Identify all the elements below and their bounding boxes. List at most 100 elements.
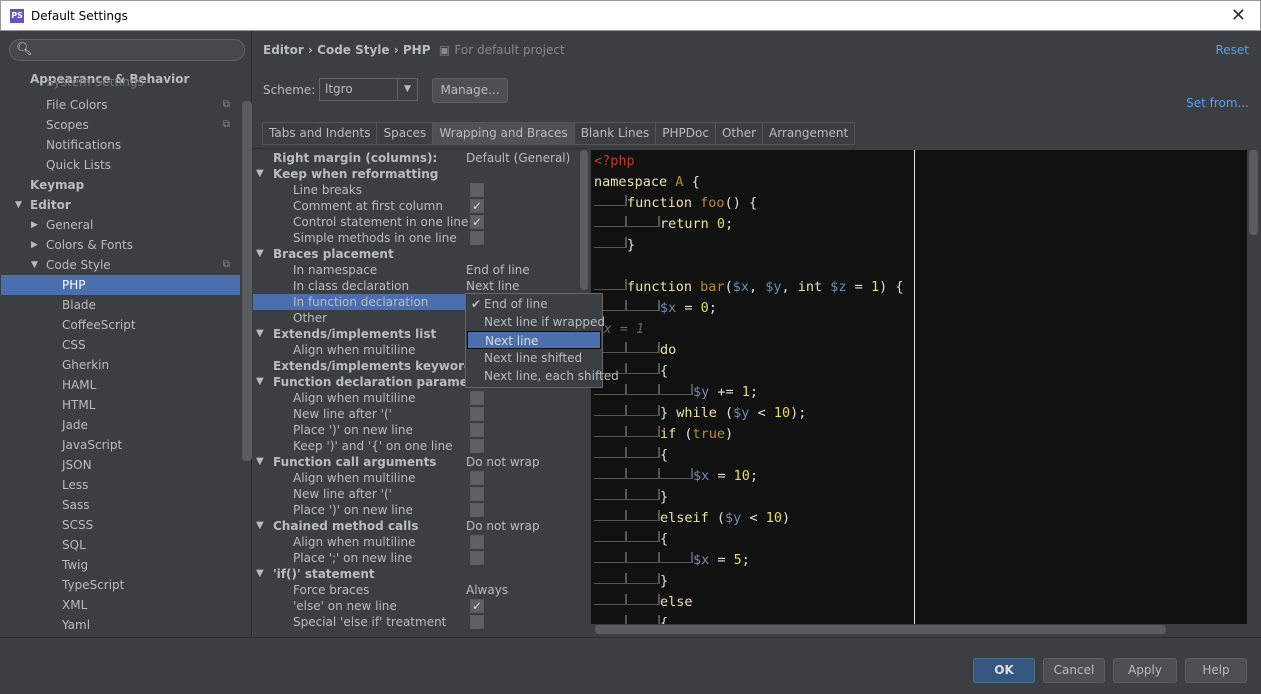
tab-blank-lines[interactable]: Blank Lines [573, 122, 656, 145]
sidebar-item[interactable]: HTML [1, 395, 240, 415]
settings-row[interactable]: Comment at first column ✓ [253, 198, 583, 214]
sidebar-item[interactable]: JSON [1, 455, 240, 475]
sidebar-item[interactable]: Blade [1, 295, 240, 315]
collapse-arrow-icon[interactable]: ▼ [256, 454, 264, 470]
checkbox[interactable] [470, 503, 484, 517]
preview-vertical-scrollbar[interactable] [1249, 150, 1258, 235]
collapsed-arrow-icon[interactable]: ▶ [31, 215, 38, 235]
sidebar-item[interactable]: JavaScript [1, 435, 240, 455]
set-from-link[interactable]: Set from... [1186, 96, 1249, 110]
setting-value[interactable]: End of line [466, 262, 530, 278]
ok-button[interactable]: OK [973, 658, 1035, 683]
settings-row[interactable]: In class declaration Next line [253, 278, 583, 294]
collapse-arrow-icon[interactable]: ▼ [256, 246, 264, 262]
settings-row[interactable]: Simple methods in one line [253, 230, 583, 246]
sidebar-item[interactable]: TypeScript [1, 575, 240, 595]
dropdown-option[interactable]: ✔ End of line [467, 295, 601, 313]
collapse-arrow-icon[interactable]: ▼ [256, 374, 264, 390]
settings-row[interactable]: New line after '(' [253, 486, 583, 502]
collapse-arrow-icon[interactable]: ▼ [256, 166, 264, 182]
sidebar-item[interactable]: CSS [1, 335, 240, 355]
checkbox[interactable] [470, 231, 484, 245]
checkbox[interactable] [470, 551, 484, 565]
settings-row[interactable]: In namespace End of line [253, 262, 583, 278]
settings-row[interactable]: Place ')' on new line [253, 422, 583, 438]
sidebar-item[interactable]: Editor ▼ [1, 195, 240, 215]
expanded-arrow-icon[interactable]: ▼ [15, 195, 22, 215]
settings-row[interactable]: Place ';' on new line [253, 550, 583, 566]
sidebar-item[interactable]: Gherkin [1, 355, 240, 375]
sidebar-item[interactable]: PHP [1, 275, 240, 295]
settings-group[interactable]: Right margin (columns): Default (General) [253, 150, 583, 166]
scheme-select[interactable]: ltgro ▼ [319, 78, 418, 101]
collapse-arrow-icon[interactable]: ▼ [256, 566, 264, 582]
settings-row[interactable]: Align when multiline [253, 470, 583, 486]
settings-row[interactable]: Keep ')' and '{' on one line [253, 438, 583, 454]
checkbox[interactable] [470, 471, 484, 485]
settings-scrollbar[interactable] [580, 150, 588, 290]
settings-group[interactable]: ▼ Keep when reformatting [253, 166, 583, 182]
settings-row[interactable]: 'else' on new line ✓ [253, 598, 583, 614]
sidebar-item[interactable]: Jade [1, 415, 240, 435]
tab-phpdoc[interactable]: PHPDoc [655, 122, 715, 145]
checkbox[interactable]: ✓ [470, 215, 484, 229]
checkbox[interactable] [470, 439, 484, 453]
settings-group[interactable]: ▼ Function call arguments Do not wrap [253, 454, 583, 470]
settings-row[interactable]: Align when multiline [253, 534, 583, 550]
sidebar-item[interactable]: SCSS [1, 515, 240, 535]
checkbox[interactable]: ✓ [470, 199, 484, 213]
dropdown-option[interactable]: Next line [467, 331, 601, 349]
sidebar-item[interactable]: XML [1, 595, 240, 615]
cancel-button[interactable]: Cancel [1043, 658, 1105, 683]
checkbox[interactable] [470, 407, 484, 421]
sidebar-item[interactable]: Yaml [1, 615, 240, 635]
sidebar-item[interactable]: Less [1, 475, 240, 495]
preview-horizontal-scrollbar[interactable] [595, 625, 1166, 634]
checkbox[interactable] [470, 487, 484, 501]
sidebar-scrollbar[interactable] [242, 101, 252, 461]
setting-value[interactable]: Do not wrap [466, 454, 540, 470]
settings-row[interactable]: Place ')' on new line [253, 502, 583, 518]
sidebar-item[interactable]: Scopes ⧉ [1, 115, 240, 135]
setting-value[interactable]: Do not wrap [466, 518, 540, 534]
sidebar-item[interactable]: Sass [1, 495, 240, 515]
settings-group[interactable]: ▼ 'if()' statement [253, 566, 583, 582]
help-button[interactable]: Help [1185, 658, 1247, 683]
sidebar-item[interactable]: System Settings [1, 79, 240, 89]
checkbox[interactable] [470, 615, 484, 629]
dropdown-option[interactable]: Next line shifted [467, 349, 601, 367]
setting-value[interactable]: Always [466, 582, 508, 598]
sidebar-item[interactable]: HAML [1, 375, 240, 395]
tab-tabs-and-indents[interactable]: Tabs and Indents [262, 122, 377, 145]
checkbox[interactable]: ✓ [470, 599, 484, 613]
reset-link[interactable]: Reset [1215, 43, 1249, 57]
sidebar-item[interactable]: SQL [1, 535, 240, 555]
tab-spaces[interactable]: Spaces [376, 122, 433, 145]
sidebar-item[interactable]: Keymap [1, 175, 240, 195]
collapse-arrow-icon[interactable]: ▼ [256, 326, 264, 342]
settings-row[interactable]: Force braces Always [253, 582, 583, 598]
checkbox[interactable] [470, 391, 484, 405]
settings-group[interactable]: ▼ Chained method calls Do not wrap [253, 518, 583, 534]
setting-value[interactable]: Next line [466, 278, 519, 294]
sidebar-item[interactable]: Colors & Fonts ▶ [1, 235, 240, 255]
dropdown-option[interactable]: Next line, each shifted [467, 367, 619, 385]
checkbox[interactable] [470, 535, 484, 549]
sidebar-item[interactable]: General ▶ [1, 215, 240, 235]
checkbox[interactable] [470, 183, 484, 197]
close-icon[interactable]: ✕ [1231, 5, 1246, 26]
settings-group[interactable]: ▼ Braces placement [253, 246, 583, 262]
settings-row[interactable]: Align when multiline [253, 390, 583, 406]
collapsed-arrow-icon[interactable]: ▶ [31, 235, 38, 255]
sidebar-item[interactable]: CoffeeScript [1, 315, 240, 335]
tab-wrapping-and-braces[interactable]: Wrapping and Braces [432, 122, 574, 145]
collapse-arrow-icon[interactable]: ▼ [256, 518, 264, 534]
settings-row[interactable]: Line breaks [253, 182, 583, 198]
apply-button[interactable]: Apply [1113, 658, 1177, 683]
dropdown-option[interactable]: Next line if wrapped [467, 313, 605, 331]
settings-row[interactable]: Control statement in one line ✓ [253, 214, 583, 230]
sidebar-item[interactable]: Quick Lists [1, 155, 240, 175]
tab-other[interactable]: Other [714, 122, 763, 145]
sidebar-item[interactable]: Twig [1, 555, 240, 575]
sidebar-item[interactable]: Notifications [1, 135, 240, 155]
